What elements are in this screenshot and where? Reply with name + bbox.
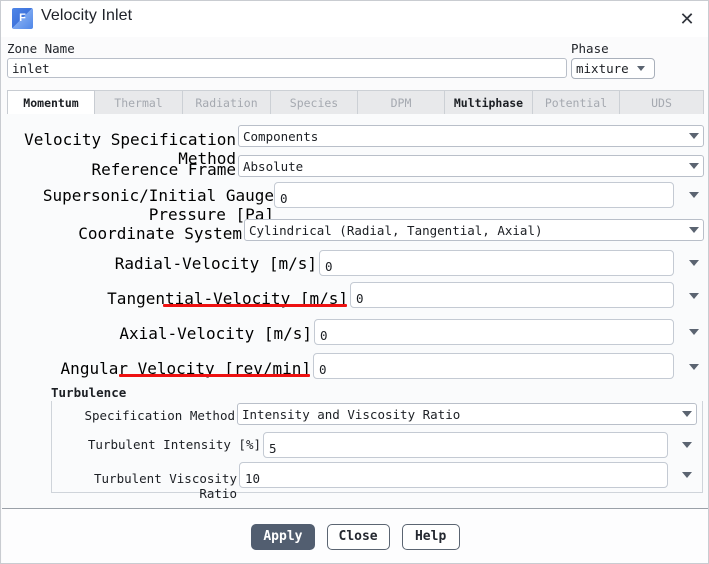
- chevron-down-icon: [682, 472, 692, 478]
- zone-name-label: Zone Name: [7, 41, 75, 56]
- chevron-down-icon: [689, 192, 699, 198]
- phase-select[interactable]: mixture: [571, 58, 655, 79]
- tab-label: Radiation: [195, 96, 257, 110]
- tab-label: Thermal: [114, 96, 162, 110]
- tab-label: DPM: [391, 96, 412, 110]
- tab-multiphase[interactable]: Multiphase: [445, 90, 533, 114]
- radial-velocity-dropdown-icon[interactable]: [682, 255, 698, 271]
- turbulence-spec-method-label: Specification Method: [61, 408, 235, 423]
- coordinate-system-select[interactable]: Cylindrical (Radial, Tangential, Axial): [244, 219, 704, 241]
- reference-frame-value: Absolute: [243, 159, 681, 174]
- turbulent-viscosity-ratio-input[interactable]: [239, 462, 668, 488]
- tab-strip: Momentum Thermal Radiation Species DPM M…: [7, 90, 704, 114]
- tab-label: Momentum: [23, 96, 78, 110]
- supersonic-gauge-pressure-input[interactable]: [274, 182, 674, 208]
- phase-label: Phase: [571, 41, 609, 56]
- tab-species[interactable]: Species: [271, 90, 358, 114]
- turbulent-intensity-dropdown-icon[interactable]: [675, 437, 691, 453]
- chevron-down-icon: [682, 442, 692, 448]
- tangential-velocity-input[interactable]: [350, 282, 674, 308]
- axial-velocity-dropdown-icon[interactable]: [682, 324, 698, 340]
- reference-frame-select[interactable]: Absolute: [238, 155, 704, 177]
- tangential-velocity-dropdown-icon[interactable]: [682, 288, 698, 304]
- axial-velocity-label: Axial-Velocity [m/s]: [2, 324, 312, 343]
- turbulence-spec-method-select[interactable]: Intensity and Viscosity Ratio: [237, 403, 697, 425]
- title-bar: F Velocity Inlet ✕: [1, 1, 709, 37]
- tab-label: Multiphase: [454, 96, 523, 110]
- chevron-down-icon: [637, 66, 645, 71]
- chevron-down-icon: [682, 411, 692, 417]
- supersonic-gauge-pressure-dropdown-icon[interactable]: [682, 187, 698, 203]
- chevron-down-icon: [689, 133, 699, 139]
- coordinate-system-label: Coordinate System: [2, 224, 242, 243]
- chevron-down-icon: [689, 293, 699, 299]
- turbulent-intensity-label: Turbulent Intensity [%]: [61, 437, 261, 452]
- zone-name-input[interactable]: [7, 58, 567, 78]
- velocity-inlet-dialog: F Velocity Inlet ✕ Zone Name Phase mixtu…: [0, 0, 709, 564]
- turbulence-group-title: Turbulence: [51, 385, 126, 400]
- help-button[interactable]: Help: [402, 524, 460, 550]
- tab-label: Species: [290, 96, 338, 110]
- dialog-title: Velocity Inlet: [41, 7, 132, 25]
- turbulence-spec-method-value: Intensity and Viscosity Ratio: [242, 407, 674, 422]
- tab-label: Potential: [545, 96, 607, 110]
- tab-label: UDS: [651, 96, 672, 110]
- turbulent-viscosity-ratio-label: Turbulent Viscosity Ratio: [49, 471, 237, 501]
- coordinate-system-value: Cylindrical (Radial, Tangential, Axial): [249, 223, 681, 238]
- tab-potential[interactable]: Potential: [533, 90, 620, 114]
- close-button[interactable]: Close: [327, 524, 390, 550]
- tab-thermal[interactable]: Thermal: [95, 90, 183, 114]
- radial-velocity-input[interactable]: [319, 250, 674, 276]
- turbulent-viscosity-ratio-dropdown-icon[interactable]: [675, 467, 691, 483]
- radial-velocity-label: Radial-Velocity [m/s]: [2, 254, 317, 273]
- axial-velocity-input[interactable]: [314, 319, 674, 345]
- tab-momentum[interactable]: Momentum: [7, 90, 95, 114]
- chevron-down-icon: [689, 364, 699, 370]
- turbulent-intensity-input[interactable]: [263, 432, 668, 458]
- velocity-spec-method-select[interactable]: Components: [238, 125, 704, 147]
- chevron-down-icon: [689, 329, 699, 335]
- chevron-down-icon: [689, 227, 699, 233]
- chevron-down-icon: [689, 163, 699, 169]
- phase-value: mixture: [576, 61, 629, 76]
- footer-button-bar: Apply Close Help: [2, 509, 709, 564]
- angular-velocity-annotation-underline: [119, 374, 310, 377]
- close-icon[interactable]: ✕: [672, 5, 702, 33]
- tab-dpm[interactable]: DPM: [358, 90, 445, 114]
- supersonic-gauge-pressure-label: Supersonic/Initial Gauge Pressure [Pa]: [2, 186, 274, 224]
- fluent-app-icon: F: [12, 8, 33, 29]
- reference-frame-label: Reference Frame: [2, 160, 236, 179]
- chevron-down-icon: [689, 260, 699, 266]
- angular-velocity-dropdown-icon[interactable]: [682, 359, 698, 375]
- apply-button[interactable]: Apply: [251, 524, 314, 550]
- tab-uds[interactable]: UDS: [620, 90, 704, 114]
- tab-radiation[interactable]: Radiation: [183, 90, 271, 114]
- angular-velocity-input[interactable]: [313, 353, 674, 379]
- tangential-velocity-annotation-underline: [163, 304, 347, 307]
- velocity-spec-method-value: Components: [243, 129, 681, 144]
